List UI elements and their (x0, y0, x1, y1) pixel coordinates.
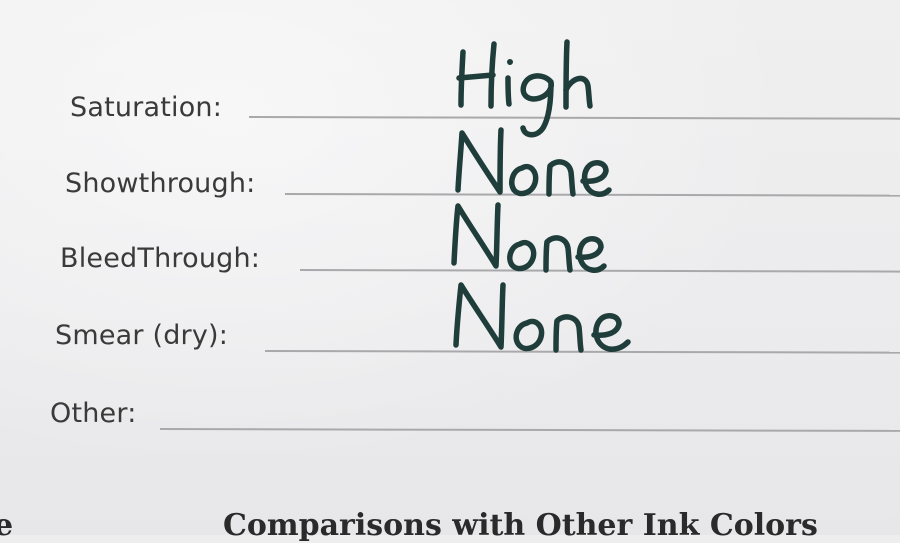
handwritten-value-bleedthrough (451, 202, 607, 273)
handwritten-value-saturation (456, 39, 593, 138)
section-heading-fragment: e (0, 508, 14, 543)
handwritten-value-showthrough (455, 127, 612, 197)
handwriting-layer (451, 39, 631, 353)
handwritten-value-smear-dry (453, 282, 631, 353)
section-heading: Comparisons with Other Ink Colors (223, 508, 818, 543)
